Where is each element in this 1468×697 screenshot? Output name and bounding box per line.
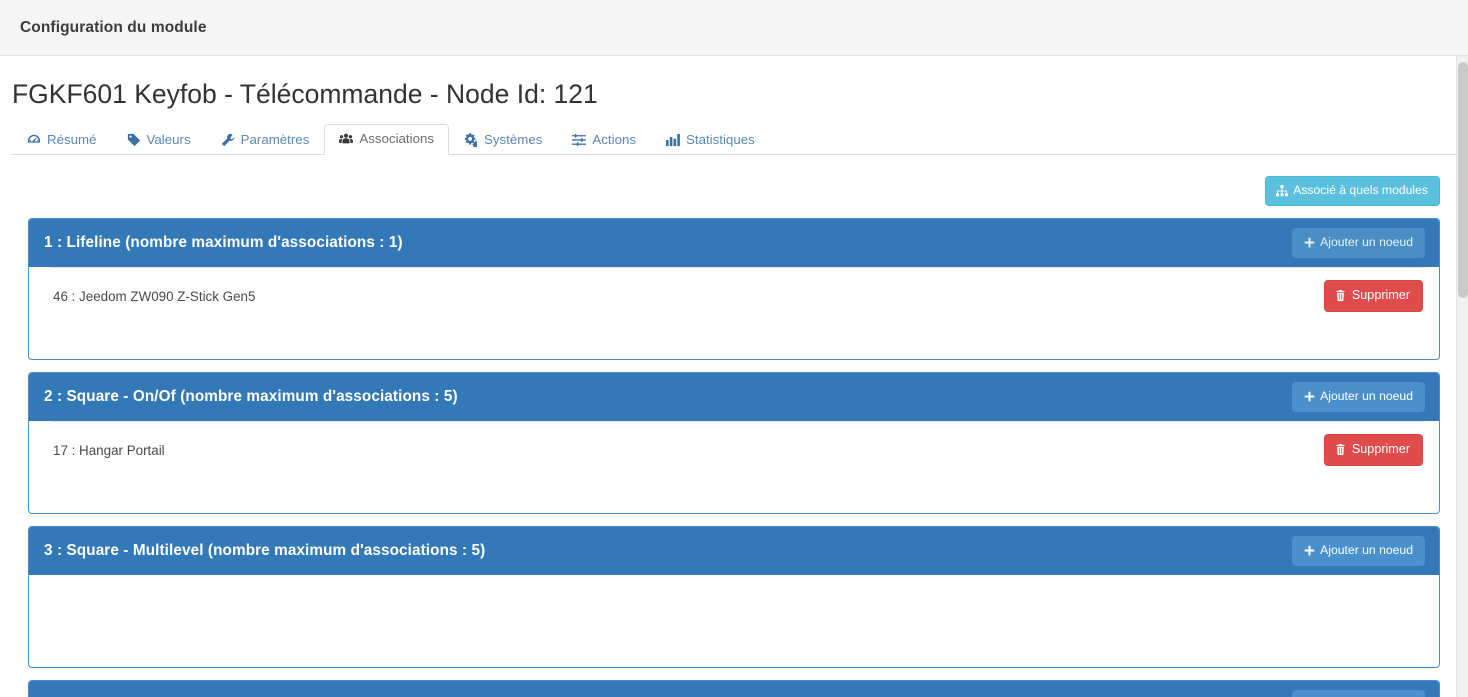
cogs-icon bbox=[464, 133, 478, 148]
association-group-panel: 2 : Square - On/Of (nombre maximum d'ass… bbox=[28, 372, 1440, 515]
association-group-body bbox=[29, 575, 1439, 667]
association-group-title: 1 : Lifeline (nombre maximum d'associati… bbox=[44, 233, 403, 251]
delete-association-label: Supprimer bbox=[1351, 288, 1410, 303]
delete-association-button[interactable]: Supprimer bbox=[1323, 280, 1423, 313]
wrench-icon bbox=[221, 133, 235, 147]
vertical-scrollbar-thumb[interactable] bbox=[1458, 62, 1468, 298]
window-title: Configuration du module bbox=[20, 18, 207, 36]
plus-icon bbox=[1303, 390, 1315, 403]
module-tabs: Résumé Valeurs Paramètres Associations Systè… bbox=[12, 124, 1456, 156]
tab-label: Statistiques bbox=[686, 132, 755, 148]
association-node-row: 46 : Jeedom ZW090 Z-Stick Gen5 Supprimer bbox=[29, 268, 1439, 324]
association-groups: 1 : Lifeline (nombre maximum d'associati… bbox=[0, 218, 1456, 697]
toolbar: Associé à quels modules bbox=[0, 155, 1456, 207]
association-group-header: 1 : Lifeline (nombre maximum d'associati… bbox=[29, 219, 1439, 268]
tab-param-tres[interactable]: Paramètres bbox=[206, 125, 325, 155]
page-content: FGKF601 Keyfob - Télécommande - Node Id:… bbox=[0, 56, 1456, 697]
association-group-body: 17 : Hangar Portail Supprimer bbox=[29, 421, 1439, 513]
delete-association-label: Supprimer bbox=[1351, 442, 1410, 457]
vertical-scrollbar[interactable] bbox=[1456, 56, 1468, 697]
add-node-label: Ajouter un noeud bbox=[1320, 234, 1413, 249]
associated-modules-label: Associé à quels modules bbox=[1293, 183, 1428, 198]
tab-label: Associations bbox=[359, 131, 435, 147]
add-node-button[interactable]: Ajouter un noeud bbox=[1292, 227, 1425, 258]
association-group-title: 2 : Square - On/Of (nombre maximum d'ass… bbox=[44, 387, 458, 405]
add-node-label: Ajouter un noeud bbox=[1320, 388, 1413, 403]
window-title-bar: Configuration du module bbox=[0, 0, 1468, 56]
association-group-title: 3 : Square - Multilevel (nombre maximum … bbox=[44, 541, 486, 559]
association-node-label: 46 : Jeedom ZW090 Z-Stick Gen5 bbox=[53, 288, 256, 304]
tab-r-sum-[interactable]: Résumé bbox=[12, 125, 112, 155]
tab-valeurs[interactable]: Valeurs bbox=[112, 125, 206, 155]
dashboard-icon bbox=[27, 133, 41, 147]
sitemap-icon bbox=[1276, 184, 1289, 197]
association-group-header: 3 : Square - Multilevel (nombre maximum … bbox=[29, 527, 1439, 576]
association-group-panel: 1 : Lifeline (nombre maximum d'associati… bbox=[28, 218, 1440, 361]
tab-statistiques[interactable]: Statistiques bbox=[651, 125, 770, 155]
association-group-panel: 4 : Single - On/Of (nombre maximum d'ass… bbox=[28, 680, 1440, 697]
trash-icon bbox=[1335, 289, 1347, 302]
sliders-icon bbox=[572, 133, 587, 147]
tab-label: Paramètres bbox=[240, 132, 310, 148]
add-node-button[interactable]: Ajouter un noeud bbox=[1292, 689, 1425, 697]
association-node-label: 17 : Hangar Portail bbox=[53, 442, 165, 458]
associated-modules-button[interactable]: Associé à quels modules bbox=[1265, 176, 1440, 207]
tab-label: Résumé bbox=[47, 132, 97, 148]
users-icon bbox=[339, 132, 354, 146]
association-group-header: 4 : Single - On/Of (nombre maximum d'ass… bbox=[29, 681, 1439, 697]
plus-icon bbox=[1303, 236, 1315, 249]
tab-label: Valeurs bbox=[146, 132, 191, 148]
trash-icon bbox=[1335, 443, 1347, 456]
page-title: FGKF601 Keyfob - Télécommande - Node Id:… bbox=[12, 79, 598, 109]
bar-chart-icon bbox=[666, 133, 680, 147]
tab-label: Systèmes bbox=[484, 132, 543, 148]
page-scroll-area: FGKF601 Keyfob - Télécommande - Node Id:… bbox=[0, 56, 1468, 697]
add-node-label: Ajouter un noeud bbox=[1320, 542, 1413, 557]
plus-icon bbox=[1303, 544, 1315, 557]
association-node-row: 17 : Hangar Portail Supprimer bbox=[29, 422, 1439, 478]
tag-icon bbox=[127, 133, 141, 147]
delete-association-button[interactable]: Supprimer bbox=[1323, 434, 1423, 467]
tab-actions[interactable]: Actions bbox=[557, 125, 651, 155]
tab-syst-mes[interactable]: Systèmes bbox=[449, 125, 557, 155]
add-node-button[interactable]: Ajouter un noeud bbox=[1292, 535, 1425, 566]
tab-associations[interactable]: Associations bbox=[324, 124, 450, 156]
association-group-body: 46 : Jeedom ZW090 Z-Stick Gen5 Supprimer bbox=[29, 267, 1439, 359]
add-node-button[interactable]: Ajouter un noeud bbox=[1292, 381, 1425, 412]
association-group-panel: 3 : Square - Multilevel (nombre maximum … bbox=[28, 526, 1440, 669]
tab-label: Actions bbox=[592, 132, 637, 148]
association-group-header: 2 : Square - On/Of (nombre maximum d'ass… bbox=[29, 373, 1439, 422]
